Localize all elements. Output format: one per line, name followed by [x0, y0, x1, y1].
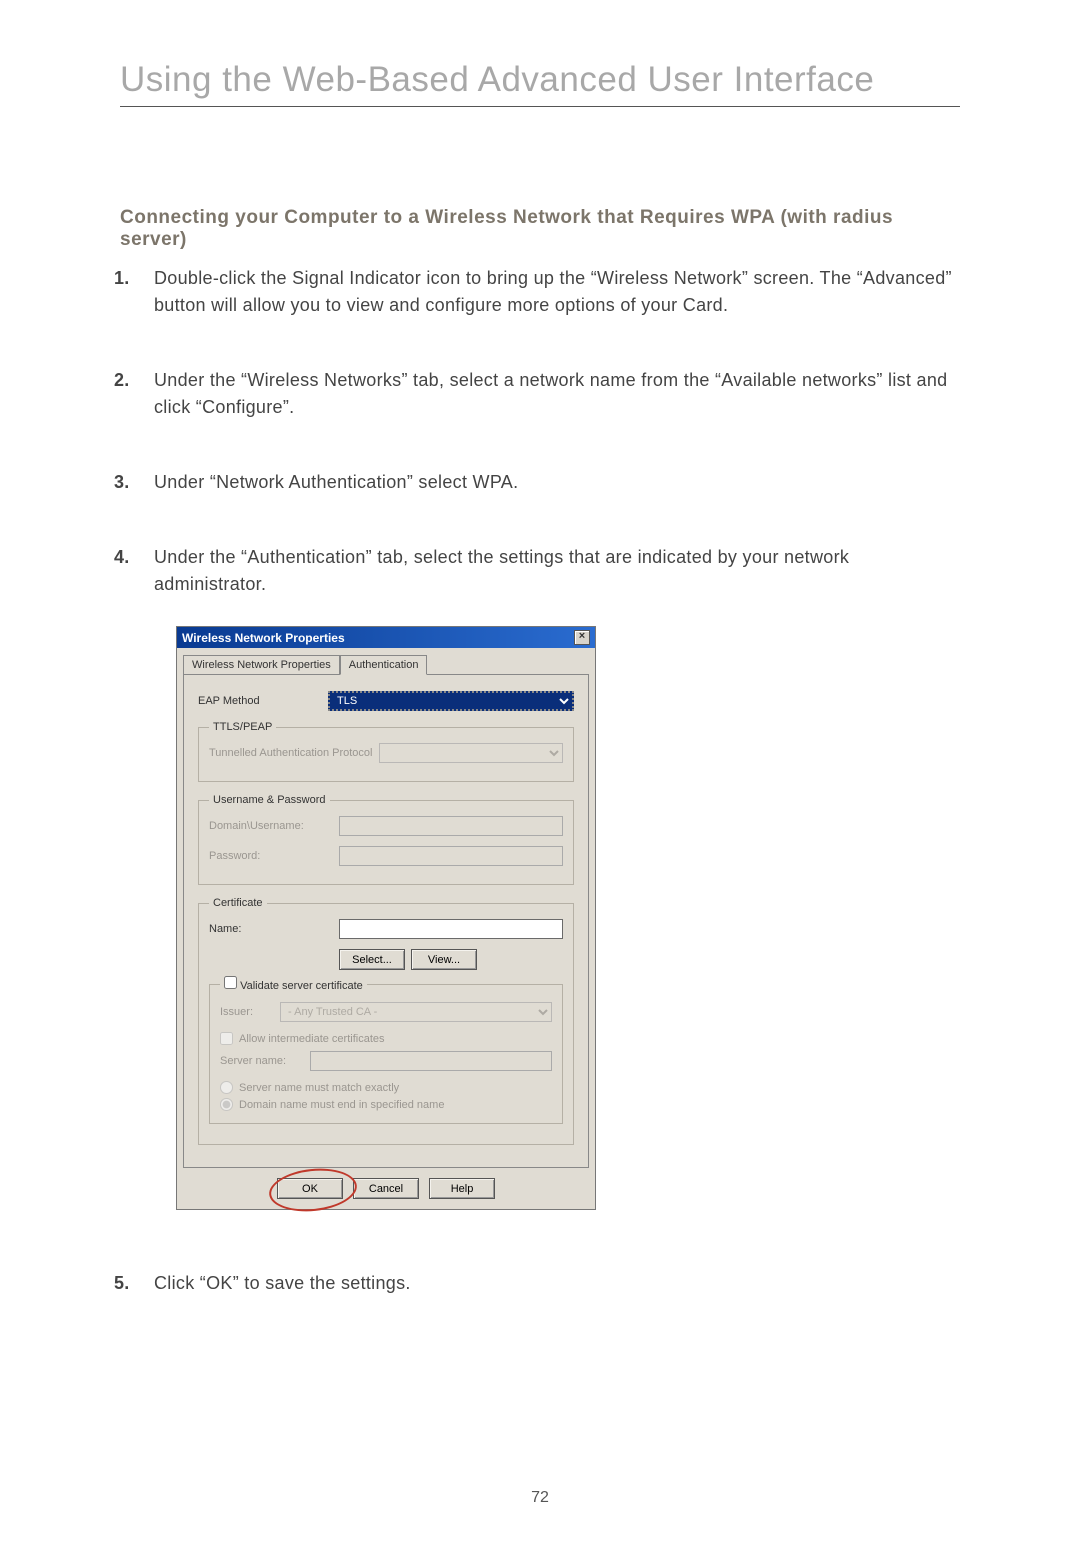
username-password-group: Username & Password Domain\Username: Pas…	[198, 794, 574, 885]
ok-circle-annotation: OK	[277, 1178, 343, 1199]
certificate-legend: Certificate	[209, 897, 267, 909]
steps-list: 1. Double-click the Signal Indicator ico…	[154, 265, 960, 598]
step-num: 5.	[114, 1270, 130, 1297]
tab-strip: Wireless Network Properties Authenticati…	[183, 654, 589, 674]
validate-server-legend: Validate server certificate	[220, 976, 367, 992]
dialog-screenshot: Wireless Network Properties × Wireless N…	[176, 626, 960, 1210]
titlebar: Wireless Network Properties ×	[177, 627, 595, 648]
domain-name-end-radio	[220, 1098, 233, 1111]
issuer-label: Issuer:	[220, 1006, 280, 1018]
step-num: 4.	[114, 544, 130, 571]
ttls-peap-legend: TTLS/PEAP	[209, 721, 276, 733]
cancel-button[interactable]: Cancel	[353, 1178, 419, 1199]
title-rule	[120, 106, 960, 107]
step-text: Under the “Wireless Networks” tab, selec…	[154, 370, 947, 417]
domain-username-label: Domain\Username:	[209, 820, 339, 832]
tab-body: EAP Method TLS TTLS/PEAP Tunnelled Authe…	[183, 674, 589, 1168]
step-text: Click “OK” to save the settings.	[154, 1273, 411, 1293]
eap-method-label: EAP Method	[198, 695, 328, 707]
allow-intermediate-label: Allow intermediate certificates	[239, 1033, 385, 1045]
page-title: Using the Web-Based Advanced User Interf…	[120, 60, 960, 100]
tab-wireless-network-properties[interactable]: Wireless Network Properties	[183, 655, 340, 675]
step-text: Under “Network Authentication” select WP…	[154, 472, 518, 492]
page-number: 72	[0, 1489, 1080, 1507]
select-button[interactable]: Select...	[339, 949, 405, 970]
steps-list-continued: 5. Click “OK” to save the settings.	[154, 1270, 960, 1297]
help-button[interactable]: Help	[429, 1178, 495, 1199]
password-label: Password:	[209, 850, 339, 862]
validate-server-group: Validate server certificate Issuer: - An…	[209, 976, 563, 1124]
ttls-peap-group: TTLS/PEAP Tunnelled Authentication Proto…	[198, 721, 574, 782]
step-3: 3. Under “Network Authentication” select…	[154, 469, 960, 496]
server-name-label: Server name:	[220, 1055, 310, 1067]
issuer-select: - Any Trusted CA -	[280, 1002, 552, 1022]
server-name-exact-label: Server name must match exactly	[239, 1082, 399, 1094]
username-password-legend: Username & Password	[209, 794, 330, 806]
tunnelled-auth-protocol-select	[379, 743, 563, 763]
validate-server-label: Validate server certificate	[240, 980, 363, 992]
step-2: 2. Under the “Wireless Networks” tab, se…	[154, 367, 960, 421]
allow-intermediate-checkbox	[220, 1032, 233, 1045]
close-icon[interactable]: ×	[574, 630, 590, 645]
step-text: Under the “Authentication” tab, select t…	[154, 547, 849, 594]
wireless-network-properties-dialog: Wireless Network Properties × Wireless N…	[176, 626, 596, 1210]
step-num: 2.	[114, 367, 130, 394]
domain-username-field	[339, 816, 563, 836]
step-num: 1.	[114, 265, 130, 292]
dialog-title: Wireless Network Properties	[182, 631, 345, 645]
validate-server-checkbox[interactable]	[224, 976, 237, 989]
step-1: 1. Double-click the Signal Indicator ico…	[154, 265, 960, 319]
tunnelled-auth-protocol-label: Tunnelled Authentication Protocol	[209, 747, 379, 759]
domain-name-end-label: Domain name must end in specified name	[239, 1099, 444, 1111]
step-5: 5. Click “OK” to save the settings.	[154, 1270, 960, 1297]
cert-name-field[interactable]	[339, 919, 563, 939]
server-name-exact-radio	[220, 1081, 233, 1094]
view-button[interactable]: View...	[411, 949, 477, 970]
section-heading: Connecting your Computer to a Wireless N…	[120, 207, 960, 251]
password-field	[339, 846, 563, 866]
tab-authentication[interactable]: Authentication	[340, 655, 428, 675]
server-name-field	[310, 1051, 552, 1071]
ok-button[interactable]: OK	[277, 1178, 343, 1199]
step-4: 4. Under the “Authentication” tab, selec…	[154, 544, 960, 598]
certificate-group: Certificate Name: Select... View... Vali…	[198, 897, 574, 1145]
step-text: Double-click the Signal Indicator icon t…	[154, 268, 952, 315]
eap-method-select[interactable]: TLS	[328, 691, 574, 711]
step-num: 3.	[114, 469, 130, 496]
cert-name-label: Name:	[209, 923, 339, 935]
dialog-button-row: OK Cancel Help	[177, 1174, 595, 1209]
